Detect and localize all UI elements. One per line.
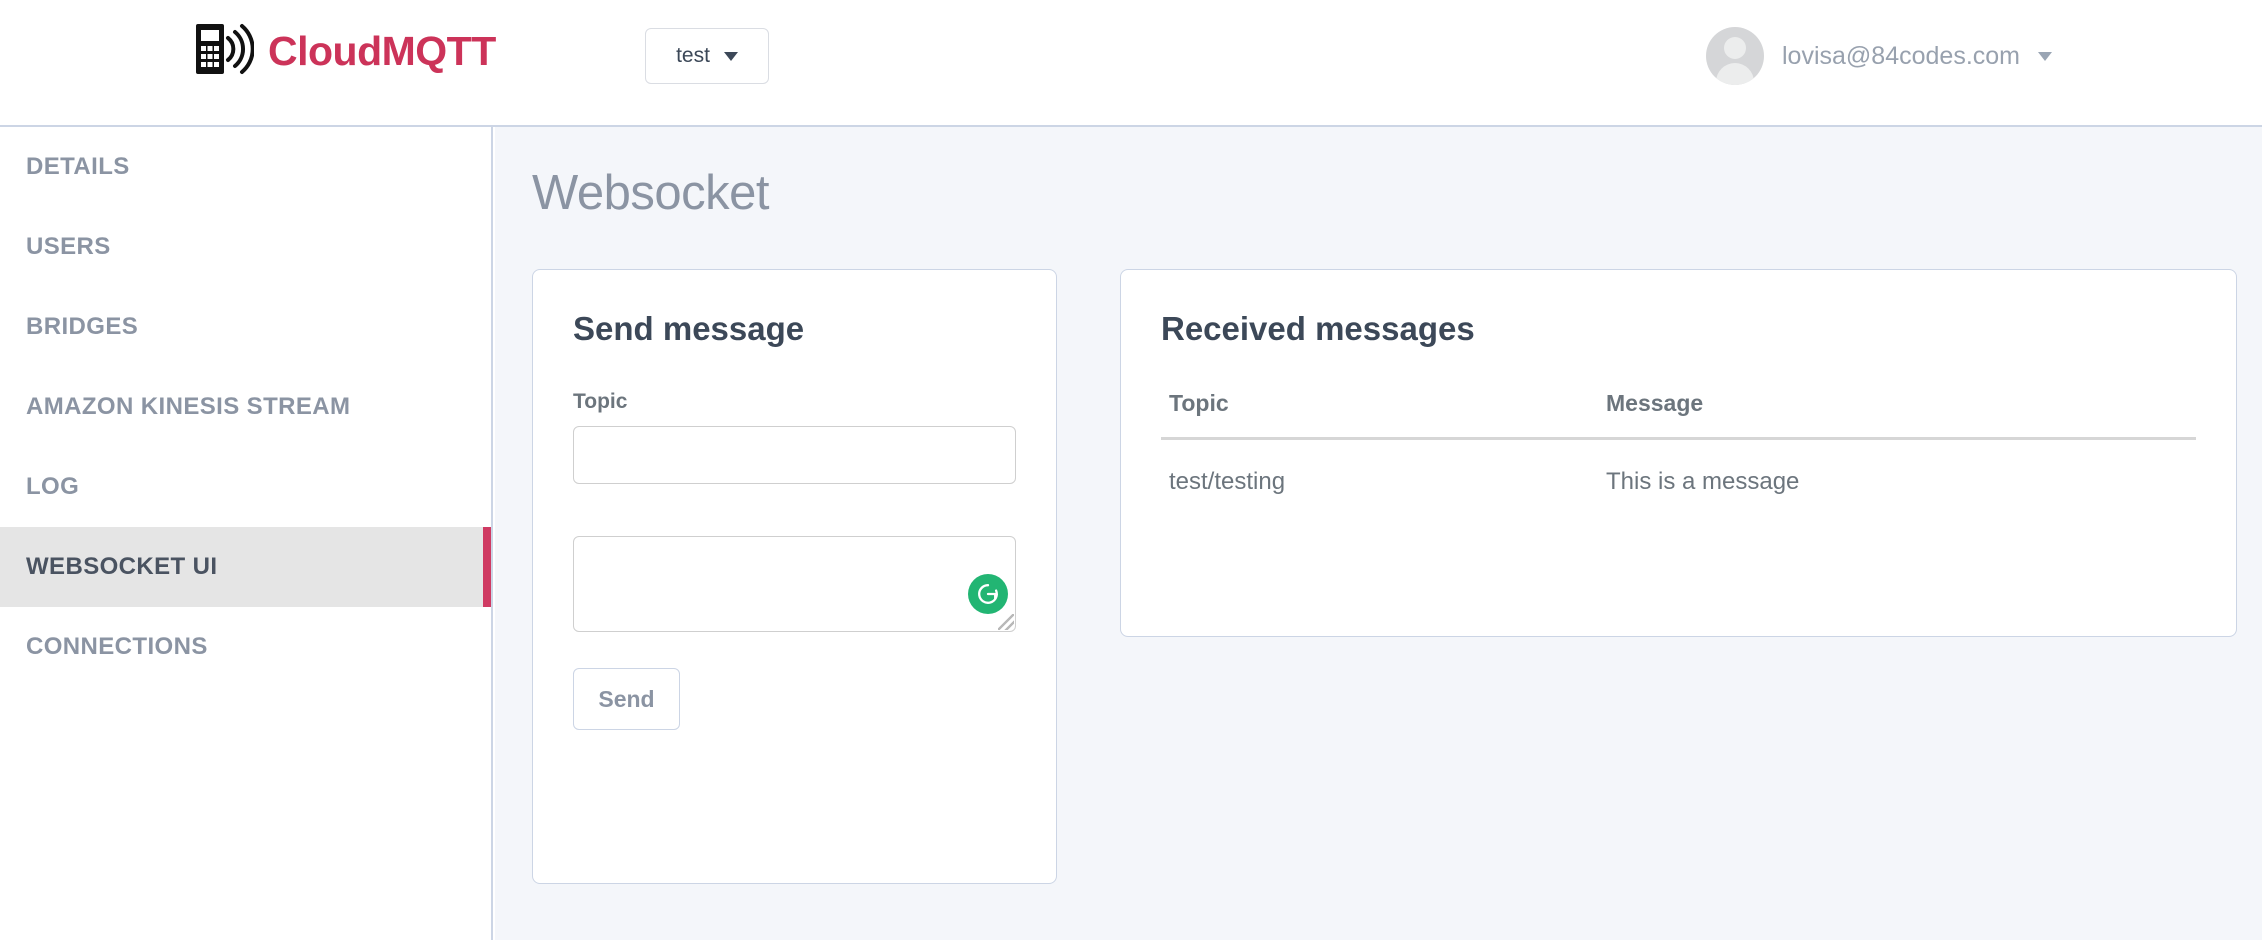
brand-logo[interactable]: CloudMQTT xyxy=(192,18,496,85)
account-menu[interactable]: lovisa@84codes.com xyxy=(1706,27,2052,85)
cell-message: This is a message xyxy=(1606,468,1800,495)
column-header-topic: Topic xyxy=(1161,390,1598,440)
cell-topic: test/testing xyxy=(1169,468,1286,495)
sidebar-item-details[interactable]: DETAILS xyxy=(0,127,491,207)
grammarly-icon[interactable] xyxy=(968,574,1008,614)
sidebar-item-label: AMAZON KINESIS STREAM xyxy=(26,393,351,420)
chevron-down-icon xyxy=(2038,51,2052,61)
sidebar-item-amazon-kinesis-stream[interactable]: AMAZON KINESIS STREAM xyxy=(0,367,491,447)
project-select-dropdown[interactable]: test xyxy=(645,28,769,84)
sidebar-item-bridges[interactable]: BRIDGES xyxy=(0,287,491,367)
sidebar-item-log[interactable]: LOG xyxy=(0,447,491,527)
table-body: test/testing This is a message xyxy=(1161,439,2196,497)
brand-name: CloudMQTT xyxy=(268,28,496,74)
mobile-signal-icon xyxy=(192,18,255,85)
user-avatar-icon xyxy=(1706,27,1764,85)
sidebar-item-label: CONNECTIONS xyxy=(26,633,208,660)
table-head: Topic Message xyxy=(1161,390,2196,440)
send-message-card: Send message Topic Send xyxy=(532,269,1057,884)
received-messages-table: Topic Message test/testing This is a mes… xyxy=(1161,390,2196,496)
chevron-down-icon xyxy=(723,51,738,61)
column-header-message: Message xyxy=(1598,390,2196,440)
account-email: lovisa@84codes.com xyxy=(1782,41,2020,70)
top-header-bar: CloudMQTT test lovisa@84codes.com xyxy=(0,0,2262,127)
sidebar-item-label: LOG xyxy=(26,473,80,500)
project-select-value: test xyxy=(676,44,710,67)
sidebar-nav: DETAILS USERS BRIDGES AMAZON KINESIS STR… xyxy=(0,127,493,940)
sidebar-item-label: DETAILS xyxy=(26,153,130,180)
main-content: Websocket Send message Topic Send Receiv… xyxy=(495,127,2262,940)
received-messages-title: Received messages xyxy=(1161,310,1475,347)
send-button[interactable]: Send xyxy=(573,668,680,730)
table-header-row: Topic Message xyxy=(1161,390,2196,440)
message-textarea-wrapper xyxy=(573,536,1016,632)
cards-row: Send message Topic Send Received message… xyxy=(532,269,2237,884)
received-messages-card: Received messages Topic Message test/tes… xyxy=(1120,269,2237,637)
sidebar-item-connections[interactable]: CONNECTIONS xyxy=(0,607,491,687)
topic-input[interactable] xyxy=(573,426,1016,484)
sidebar-item-label: USERS xyxy=(26,233,111,260)
sidebar-item-label: BRIDGES xyxy=(26,313,139,340)
send-message-title: Send message xyxy=(573,310,805,347)
sidebar-item-label: WEBSOCKET UI xyxy=(26,553,218,580)
topic-field-label: Topic xyxy=(573,390,628,413)
sidebar-item-users[interactable]: USERS xyxy=(0,207,491,287)
page-title: Websocket xyxy=(532,166,769,220)
message-textarea[interactable] xyxy=(573,536,1016,632)
sidebar-item-websocket-ui[interactable]: WEBSOCKET UI xyxy=(0,527,491,607)
table-row: test/testing This is a message xyxy=(1161,439,2196,497)
